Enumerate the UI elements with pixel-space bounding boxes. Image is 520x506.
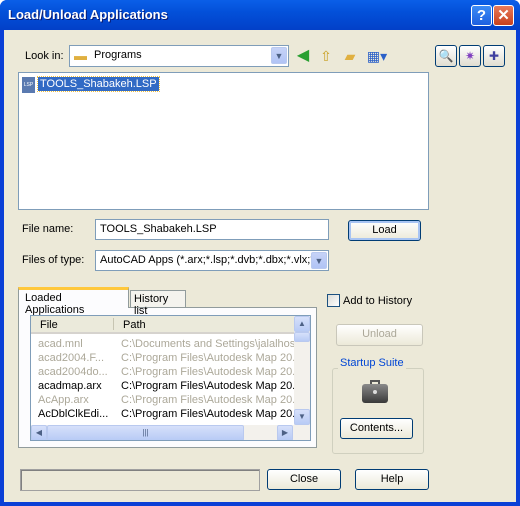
- chevron-down-icon[interactable]: ▼: [311, 252, 327, 269]
- find-icon[interactable]: 🔍: [435, 45, 457, 67]
- file-type-combo[interactable]: AutoCAD Apps (*.arx;*.lsp;*.dvb;*.dbx;*.…: [95, 250, 329, 271]
- row-path: C:\Program Files\Autodesk Map 20...: [121, 380, 302, 392]
- status-box: [20, 469, 260, 491]
- briefcase-icon: [362, 380, 388, 404]
- lsp-file-icon: LSP: [22, 77, 35, 93]
- tab-history-list[interactable]: History list: [130, 290, 186, 317]
- scroll-right-icon[interactable]: ▶: [277, 425, 293, 440]
- help-button[interactable]: Help: [355, 469, 429, 490]
- column-header-file[interactable]: File: [40, 319, 58, 331]
- file-name-label: File name:: [22, 223, 74, 235]
- views-menu-icon[interactable]: ▦▾: [364, 46, 390, 66]
- table-row[interactable]: acad.mnl C:\Documents and Settings\jalalh…: [31, 338, 299, 352]
- folder-icon: ▬: [74, 48, 87, 63]
- row-path: C:\Program Files\Autodesk Map 20...: [121, 394, 302, 406]
- file-name-input[interactable]: TOOLS_Shabakeh.LSP: [95, 219, 329, 240]
- close-title-button[interactable]: ✕: [493, 5, 514, 26]
- chevron-down-icon[interactable]: ▼: [271, 47, 287, 64]
- file-type-label: Files of type:: [22, 254, 85, 266]
- row-path: C:\Program Files\Autodesk Map 20...: [121, 408, 302, 420]
- row-file: acad2004do...: [38, 366, 108, 378]
- back-icon[interactable]: ◀: [293, 46, 313, 66]
- unload-button[interactable]: Unload: [336, 324, 423, 346]
- row-path: C:\Program Files\Autodesk Map 20...: [121, 366, 302, 378]
- row-file: AcDblClkEdi...: [38, 408, 109, 420]
- window-title: Load/Unload Applications: [8, 7, 168, 22]
- look-in-combo[interactable]: ▬ Programs ▼: [69, 45, 289, 67]
- contents-button[interactable]: Contents...: [340, 418, 413, 439]
- row-path: C:\Documents and Settings\jalalhos: [121, 338, 296, 350]
- help-title-button[interactable]: ?: [471, 5, 492, 26]
- file-type-value: AutoCAD Apps (*.arx;*.lsp;*.dvb;*.dbx;*.…: [100, 254, 318, 266]
- row-path: C:\Program Files\Autodesk Map 20...: [121, 352, 302, 364]
- add-to-history-label[interactable]: Add to History: [343, 295, 412, 307]
- file-list[interactable]: LSP TOOLS_Shabakeh.LSP: [18, 72, 429, 210]
- column-divider[interactable]: [113, 318, 114, 330]
- title-bar: Load/Unload Applications ? ✕: [0, 0, 520, 30]
- column-header-path[interactable]: Path: [123, 319, 146, 331]
- look-in-label: Look in:: [25, 50, 64, 62]
- scroll-up-icon[interactable]: ▲: [294, 316, 310, 332]
- look-in-value: Programs: [94, 49, 142, 61]
- new-folder-icon[interactable]: ▰: [340, 46, 360, 66]
- row-file: acad.mnl: [38, 338, 83, 350]
- table-row[interactable]: acad2004.F... C:\Program Files\Autodesk M…: [31, 352, 302, 366]
- add-icon[interactable]: ✚: [483, 45, 505, 67]
- scroll-thumb[interactable]: |||: [47, 425, 244, 440]
- list-header: File Path: [31, 316, 294, 334]
- dialog-body: Look in: ▬ Programs ▼ ◀ ⇧ ▰ ▦▾ 🔍 ✷ ✚ LSP…: [4, 30, 516, 502]
- vertical-scrollbar[interactable]: ▲ ▼: [294, 316, 310, 425]
- load-button[interactable]: Load: [348, 220, 421, 241]
- table-row[interactable]: AcDblClkEdi... C:\Program Files\Autodesk …: [31, 408, 302, 422]
- scroll-thumb[interactable]: [294, 332, 310, 342]
- close-button[interactable]: Close: [267, 469, 341, 490]
- row-file: acadmap.arx: [38, 380, 102, 392]
- scroll-left-icon[interactable]: ◀: [31, 425, 47, 440]
- table-row[interactable]: acad2004do... C:\Program Files\Autodesk M…: [31, 366, 302, 380]
- up-folder-icon[interactable]: ⇧: [316, 46, 336, 66]
- scroll-down-icon[interactable]: ▼: [294, 409, 310, 425]
- add-to-history-checkbox[interactable]: [327, 294, 340, 307]
- loaded-apps-list[interactable]: File Path acad.mnl C:\Documents and Setti…: [30, 315, 311, 441]
- row-file: acad2004.F...: [38, 352, 105, 364]
- tab-loaded-applications[interactable]: Loaded Applications: [18, 287, 129, 316]
- table-row[interactable]: acadmap.arx C:\Program Files\Autodesk Map…: [31, 380, 302, 394]
- row-file: AcApp.arx: [38, 394, 89, 406]
- table-row[interactable]: AcApp.arx C:\Program Files\Autodesk Map 2…: [31, 394, 302, 408]
- startup-suite-title: Startup Suite: [338, 357, 406, 369]
- file-name: TOOLS_Shabakeh.LSP: [37, 76, 160, 92]
- tools-icon[interactable]: ✷: [459, 45, 481, 67]
- dialog-window: Load/Unload Applications ? ✕ Look in: ▬ …: [0, 0, 520, 506]
- horizontal-scrollbar[interactable]: ◀ ||| ▶: [31, 425, 310, 440]
